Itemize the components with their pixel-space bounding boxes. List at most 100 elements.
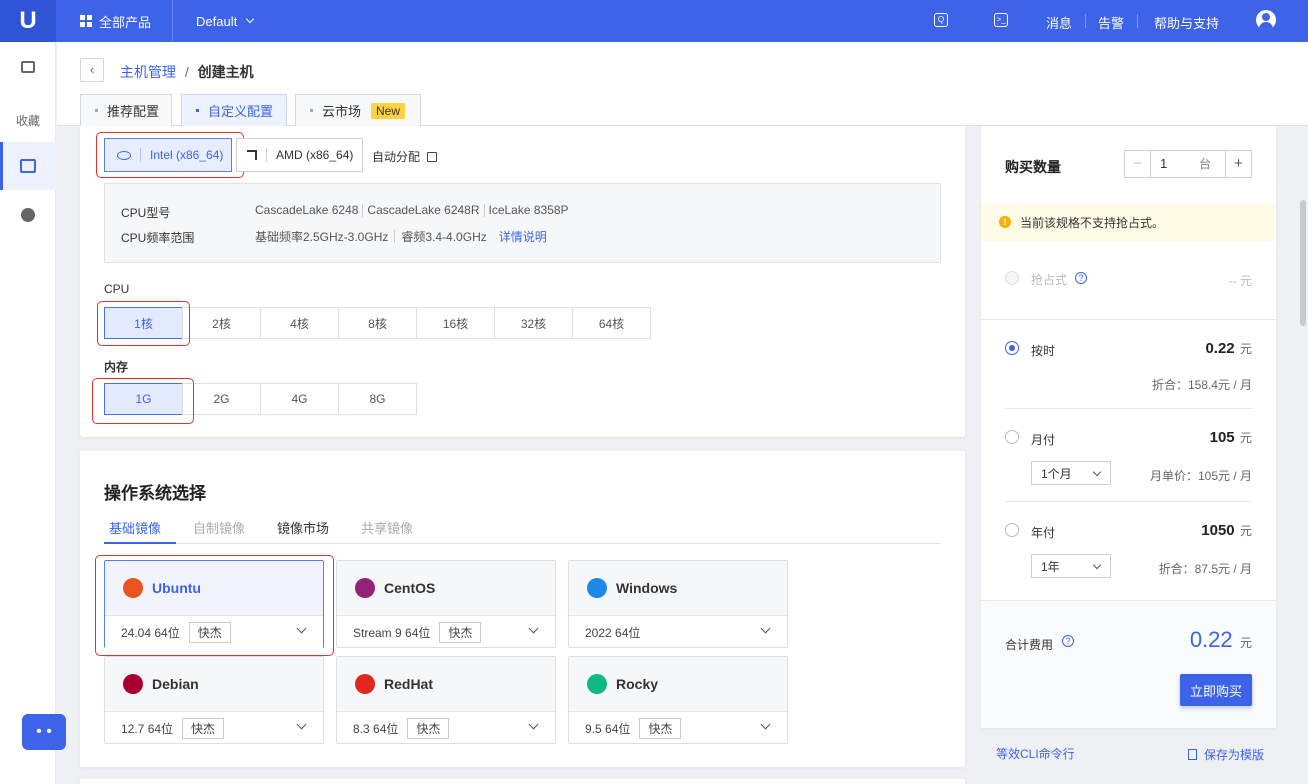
os-version-select[interactable]: Stream 9 64位 快杰 — [337, 616, 555, 648]
os-image-card[interactable]: RedHat 8.3 64位 快杰 — [336, 656, 556, 744]
divider — [483, 203, 485, 217]
cpu-freq-values: 基础频率2.5GHz-3.0GHz 睿频3.4-4.0GHz 详情说明 — [255, 228, 547, 245]
sidebar-item-console[interactable] — [0, 44, 56, 90]
cpu-option[interactable]: 4核 — [260, 307, 339, 339]
cli-command-link[interactable]: 等效CLI命令行 — [996, 745, 1075, 762]
chevron-down-icon — [760, 623, 771, 634]
help-icon[interactable]: ? — [1075, 272, 1087, 284]
increment-button[interactable]: + — [1225, 151, 1251, 177]
os-version-value: 8.3 64位 — [353, 721, 399, 736]
cpu-option[interactable]: 8核 — [338, 307, 417, 339]
chevron-down-icon — [296, 719, 307, 730]
memory-option[interactable]: 4G — [260, 383, 339, 415]
os-tab-market[interactable]: 镜像市场 — [277, 518, 329, 537]
terminal-icon[interactable]: >_ — [994, 13, 1008, 27]
alerts-link[interactable]: 告警 — [1098, 13, 1124, 32]
os-tab-custom[interactable]: 自制镜像 — [193, 518, 245, 537]
divider — [266, 148, 267, 162]
hourly-price: 0.22 元 — [1150, 340, 1252, 357]
all-products-menu[interactable]: 全部产品 — [56, 0, 173, 42]
grid-icon — [80, 15, 92, 27]
breadcrumb-parent-link[interactable]: 主机管理 — [120, 64, 176, 80]
os-image-card[interactable]: Rocky 9.5 64位 快杰 — [568, 656, 788, 744]
cpu-option[interactable]: 2核 — [182, 307, 261, 339]
save-template-link[interactable]: 保存为模版 — [1188, 746, 1264, 763]
memory-option[interactable]: 8G — [338, 383, 417, 415]
os-version-select[interactable]: 9.5 64位 快杰 — [569, 712, 787, 744]
cpu-option[interactable]: 32核 — [494, 307, 573, 339]
cpu-section-label: CPU — [104, 282, 130, 296]
search-icon[interactable]: Q — [934, 13, 948, 27]
tab-custom[interactable]: 自定义配置 — [181, 94, 287, 126]
cpu-option[interactable]: 64核 — [572, 307, 651, 339]
os-tab-base[interactable]: 基础镜像 — [109, 518, 161, 537]
total-price-value: 0.22 — [1189, 627, 1233, 652]
sidebar-item-favorites[interactable]: 收藏 — [0, 112, 56, 129]
project-name: Default — [196, 13, 238, 29]
help-icon[interactable]: ? — [1062, 635, 1074, 647]
divider — [1005, 408, 1252, 409]
logo[interactable]: U — [0, 0, 56, 42]
details-link[interactable]: 详情说明 — [499, 228, 547, 245]
server-icon — [20, 159, 36, 173]
os-image-header: Debian — [105, 657, 323, 712]
os-tab-shared[interactable]: 共享镜像 — [361, 518, 413, 537]
hourly-label: 按时 — [1031, 344, 1056, 358]
hourly-radio[interactable] — [1005, 341, 1019, 355]
page-title: 创建主机 — [197, 64, 254, 80]
os-image-name: RedHat — [384, 676, 434, 692]
decrement-button[interactable]: − — [1125, 151, 1151, 177]
os-image-header: RedHat — [337, 657, 555, 712]
arch-amd-option[interactable]: AMD (x86_64) — [236, 138, 363, 172]
os-section-title: 操作系统选择 — [104, 484, 206, 503]
debian-logo-icon — [123, 674, 143, 694]
help-link[interactable]: 帮助与支持 — [1154, 13, 1219, 32]
os-version-value: 2022 64位 — [585, 625, 641, 640]
all-products-label: 全部产品 — [99, 14, 152, 30]
tab-label: 云市场 — [322, 104, 362, 119]
os-version-select[interactable]: 2022 64位 — [569, 616, 787, 648]
buy-now-button[interactable]: 立即购买 — [1180, 674, 1252, 706]
os-version-select[interactable]: 12.7 64位 快杰 — [105, 712, 323, 744]
os-version-select[interactable]: 8.3 64位 快杰 — [337, 712, 555, 744]
tab-marketplace[interactable]: 云市场 New — [295, 94, 421, 126]
os-image-card[interactable]: Debian 12.7 64位 快杰 — [104, 656, 324, 744]
monthly-radio[interactable] — [1005, 430, 1019, 444]
os-tabs-underline — [104, 543, 941, 544]
warning-banner: ! 当前该规格不支持抢占式。 — [981, 203, 1276, 241]
yearly-radio[interactable] — [1005, 523, 1019, 537]
quantity-value[interactable]: 1 — [1151, 151, 1199, 177]
arch-amd-label: AMD (x86_64) — [276, 148, 354, 162]
page-scrollbar[interactable] — [1300, 200, 1306, 326]
yearly-price: 1050 元 — [1150, 522, 1252, 539]
chat-assistant-button[interactable]: • • — [22, 714, 66, 750]
back-button[interactable]: ‹ — [80, 58, 104, 82]
next-card — [80, 779, 965, 784]
os-image-name: Windows — [616, 580, 678, 596]
monthly-label: 月付 — [1031, 433, 1056, 447]
chevron-down-icon — [245, 14, 255, 24]
yearly-duration-value: 1年 — [1041, 559, 1060, 574]
cpu-model: CascadeLake 6248 — [255, 203, 359, 217]
divider — [1085, 14, 1086, 28]
os-version-value: 12.7 64位 — [121, 721, 174, 736]
monthly-note: 月单价：105元 / 月 — [1149, 469, 1252, 483]
divider — [981, 319, 1276, 320]
yearly-duration-select[interactable]: 1年 — [1031, 554, 1111, 578]
messages-link[interactable]: 消息 — [1046, 13, 1072, 32]
os-image-card[interactable]: Windows 2022 64位 — [568, 560, 788, 648]
os-image-card[interactable]: CentOS Stream 9 64位 快杰 — [336, 560, 556, 648]
turbo-frequency: 睿频3.4-4.0GHz — [401, 230, 487, 244]
user-avatar-icon[interactable] — [1256, 10, 1276, 30]
highlight-frame — [96, 132, 244, 178]
sidebar-item-hosts[interactable] — [0, 142, 56, 190]
auto-assign-option[interactable]: 自动分配 — [372, 148, 438, 165]
sidebar-item-network[interactable] — [0, 192, 56, 238]
tab-recommended[interactable]: 推荐配置 — [80, 94, 172, 126]
highlight-frame — [97, 301, 190, 346]
monthly-duration-select[interactable]: 1个月 — [1031, 461, 1111, 485]
cpu-option[interactable]: 16核 — [416, 307, 495, 339]
project-selector[interactable]: Default — [196, 0, 255, 42]
divider — [1137, 14, 1138, 28]
quantity-stepper[interactable]: − 1 台 + — [1124, 150, 1252, 178]
